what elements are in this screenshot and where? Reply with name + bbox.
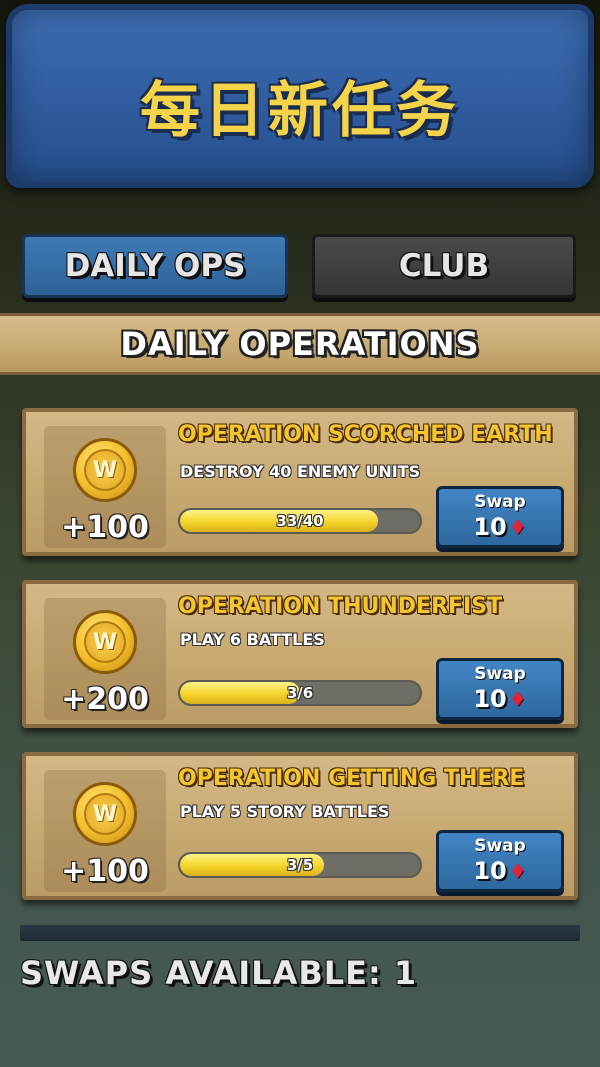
header-banner: 每日新任务 (6, 4, 594, 188)
swap-cost: 10 ♦ (439, 857, 561, 885)
coin-glyph: W (84, 793, 126, 835)
mission-card: W +100 OPERATION SCORCHED EARTH DESTROY … (22, 408, 578, 556)
swap-cost: 10 ♦ (439, 685, 561, 713)
progress-text: 33/40 (276, 512, 324, 530)
swap-cost-value: 10 (473, 513, 507, 541)
divider (20, 925, 580, 941)
reward-box: W +100 (44, 770, 166, 892)
mission-name: OPERATION SCORCHED EARTH (178, 422, 553, 447)
swap-button[interactable]: Swap 10 ♦ (436, 658, 564, 720)
w-coin-icon: W (73, 782, 137, 846)
section-title: DAILY OPERATIONS (120, 325, 480, 363)
progress-text: 3/6 (286, 684, 314, 702)
swap-cost: 10 ♦ (439, 513, 561, 541)
progress-bar: 3/5 (178, 852, 422, 878)
reward-amount: +100 (61, 510, 149, 545)
swap-cost-value: 10 (473, 857, 507, 885)
reward-amount: +100 (61, 854, 149, 889)
tab-daily-ops[interactable]: DAILY OPS (22, 234, 288, 298)
w-coin-icon: W (73, 610, 137, 674)
progress-text: 3/5 (286, 856, 314, 874)
mission-description: PLAY 5 STORY BATTLES (180, 802, 390, 821)
red-gem-icon: ♦ (508, 515, 527, 539)
tab-club[interactable]: CLUB (312, 234, 576, 298)
swap-button[interactable]: Swap 10 ♦ (436, 830, 564, 892)
reward-box: W +100 (44, 426, 166, 548)
progress-bar: 33/40 (178, 508, 422, 534)
mission-card: W +100 OPERATION GETTING THERE PLAY 5 ST… (22, 752, 578, 900)
reward-amount: +200 (61, 682, 149, 717)
mission-card: W +200 OPERATION THUNDERFIST PLAY 6 BATT… (22, 580, 578, 728)
red-gem-icon: ♦ (508, 687, 527, 711)
mission-description: DESTROY 40 ENEMY UNITS (180, 462, 421, 481)
reward-box: W +200 (44, 598, 166, 720)
swap-label: Swap (474, 492, 526, 512)
swap-cost-value: 10 (473, 685, 507, 713)
mission-name: OPERATION THUNDERFIST (178, 594, 503, 619)
page-title: 每日新任务 (140, 76, 460, 146)
coin-glyph: W (84, 449, 126, 491)
section-header: DAILY OPERATIONS (0, 313, 600, 375)
red-gem-icon: ♦ (508, 859, 527, 883)
w-coin-icon: W (73, 438, 137, 502)
swap-button[interactable]: Swap 10 ♦ (436, 486, 564, 548)
swaps-available-label: SWAPS AVAILABLE: 1 (20, 954, 418, 992)
mission-description: PLAY 6 BATTLES (180, 630, 325, 649)
swap-label: Swap (474, 664, 526, 684)
coin-glyph: W (84, 621, 126, 663)
mission-name: OPERATION GETTING THERE (178, 766, 525, 791)
progress-bar: 3/6 (178, 680, 422, 706)
swap-label: Swap (474, 836, 526, 856)
